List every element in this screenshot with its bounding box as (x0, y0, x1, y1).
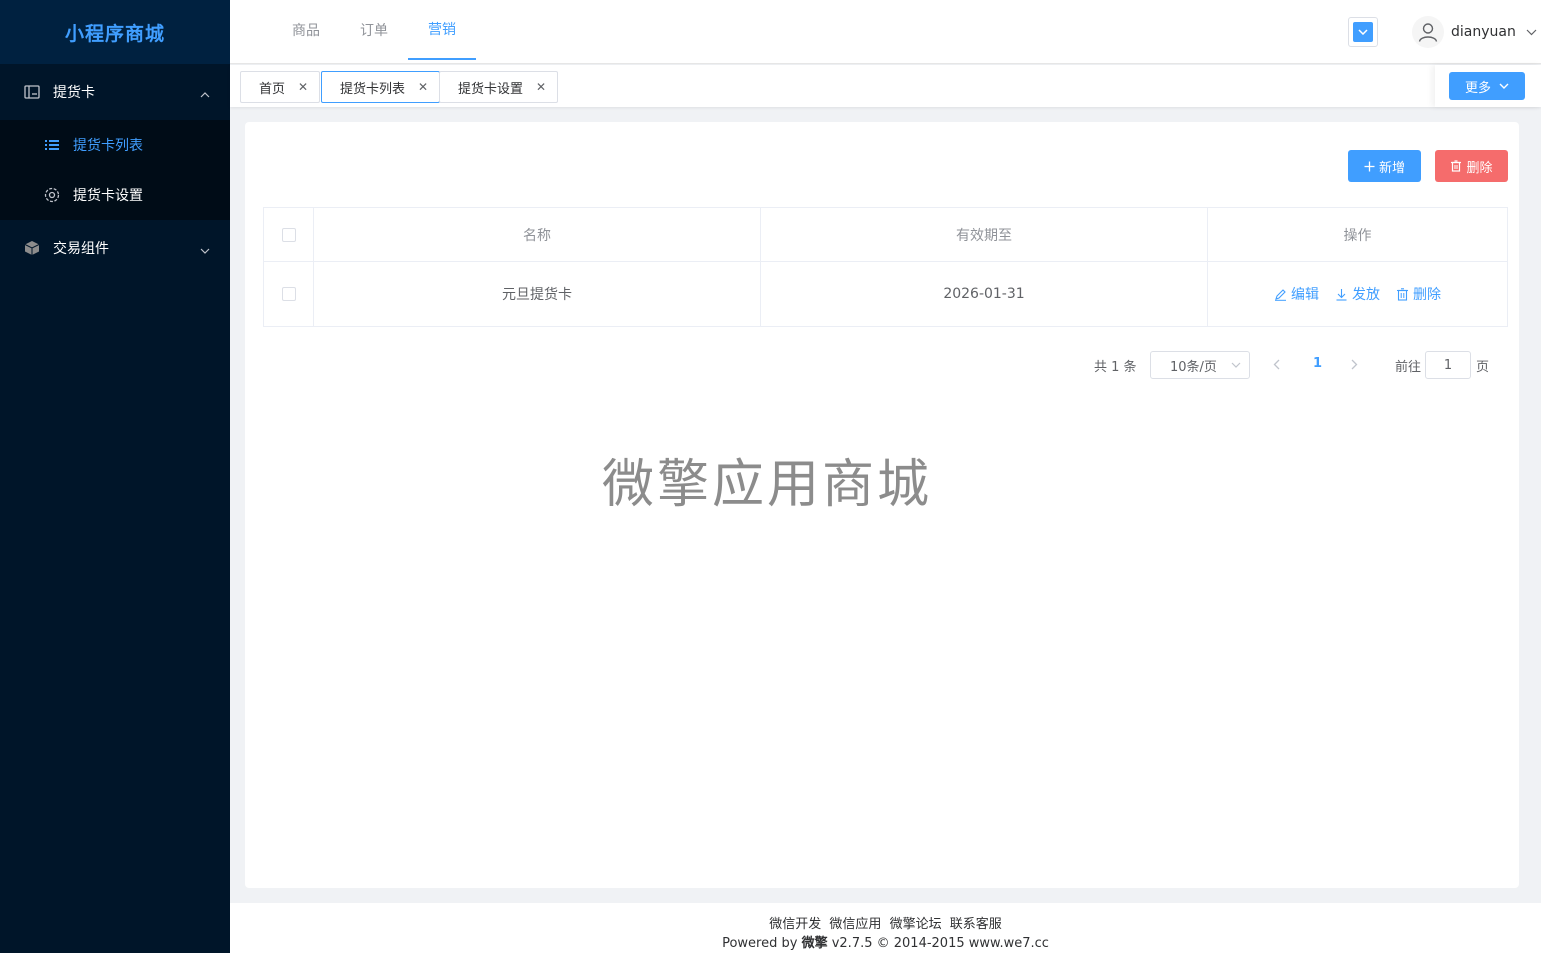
column-header-expire: 有效期至 (761, 208, 1208, 261)
row-checkbox-cell (264, 262, 314, 326)
tab-label: 提货卡列表 (340, 81, 406, 97)
plus-icon (1364, 161, 1375, 171)
sidebar-item-card-settings[interactable]: 提货卡设置 (0, 170, 230, 220)
goto-suffix: 页 (1476, 360, 1490, 375)
sidebar-item-label: 提货卡设置 (73, 188, 143, 204)
sidebar-item-label: 提货卡列表 (73, 138, 143, 154)
page-number[interactable]: 1 (1313, 356, 1322, 371)
footer-copyright: Powered by 微擎 v2.7.5 © 2014-2015 www.we7… (230, 932, 1541, 951)
close-icon[interactable]: ✕ (535, 80, 547, 94)
chevron-down-icon (200, 242, 210, 258)
footer-link-wechat-apps[interactable]: 微信应用 (829, 917, 881, 932)
add-label: 新增 (1378, 160, 1405, 176)
download-icon (1336, 288, 1347, 301)
sidebar-item-card-list[interactable]: 提货卡列表 (0, 120, 230, 170)
app-logo[interactable]: 小程序商城 (0, 0, 230, 64)
footer-brand[interactable]: 微擎 (802, 936, 828, 951)
goto-page-input[interactable] (1425, 351, 1471, 379)
prev-page-button[interactable] (1273, 358, 1280, 374)
edit-button[interactable]: 编辑 (1274, 284, 1319, 304)
delete-button[interactable]: 删除 (1435, 150, 1508, 182)
goto-label: 前往 (1395, 360, 1422, 375)
footer-link-wechat-dev[interactable]: 微信开发 (769, 917, 821, 932)
chevron-down-icon (1526, 24, 1537, 40)
footer: 微信开发 微信应用 微擎论坛 联系客服 Powered by 微擎 v2.7.5… (230, 903, 1541, 953)
more-label: 更多 (1464, 80, 1491, 96)
footer-link-support[interactable]: 联系客服 (950, 917, 1002, 932)
nav-marketing[interactable]: 营销 (408, 0, 476, 60)
page-size-select[interactable]: 10条/页 (1150, 351, 1250, 379)
column-header-name: 名称 (314, 208, 761, 261)
sidebar-submenu: 提货卡列表 提货卡设置 (0, 120, 230, 220)
delete-label: 删除 (1413, 287, 1441, 303)
header-checkbox-cell (264, 208, 314, 261)
close-icon[interactable]: ✕ (417, 80, 429, 94)
page-tabs: 首页 ✕ 提货卡列表 ✕ 提货卡设置 ✕ 更多 (230, 65, 1541, 107)
issue-button[interactable]: 发放 (1335, 284, 1380, 304)
delete-label: 删除 (1466, 160, 1493, 176)
pagination-total: 共 1 条 (1094, 360, 1137, 375)
row-checkbox[interactable] (281, 287, 296, 301)
issue-label: 发放 (1352, 287, 1380, 303)
pagination: 共 1 条 10条/页 1 前往 页 (245, 351, 1519, 379)
chevron-up-icon (200, 86, 210, 102)
username: dianyuan (1451, 24, 1516, 40)
powered-prefix: Powered by (722, 936, 798, 951)
cell-actions: 编辑 发放 删除 (1208, 262, 1507, 326)
tab-card-list[interactable]: 提货卡列表 ✕ (321, 71, 441, 103)
cell-expire: 2026-01-31 (761, 262, 1208, 326)
chevron-down-icon (1231, 362, 1241, 368)
sidebar-group-label: 交易组件 (53, 241, 109, 257)
row-delete-button[interactable]: 删除 (1396, 284, 1441, 304)
card-table: 名称 有效期至 操作 元旦提货卡 2026-01-31 编辑 发放 删除 (263, 207, 1508, 327)
more-tabs-wrap: 更多 (1435, 65, 1541, 107)
top-nav: 商品 订单 营销 (272, 0, 476, 64)
edit-icon (1275, 288, 1286, 301)
list-icon (43, 136, 61, 154)
watermark-text: 微擎应用商城 (602, 455, 933, 515)
edit-label: 编辑 (1291, 287, 1319, 303)
trash-icon (1451, 160, 1462, 172)
sidebar: 小程序商城 提货卡 提货卡列表 提货卡设置 交易组件 (0, 0, 230, 953)
trash-icon (1397, 287, 1408, 301)
sidebar-group-trade-component[interactable]: 交易组件 (0, 220, 230, 276)
select-all-checkbox[interactable] (281, 227, 296, 242)
box-icon (23, 239, 41, 257)
next-page-button[interactable] (1351, 358, 1358, 374)
tab-card-settings[interactable]: 提货卡设置 ✕ (439, 71, 559, 103)
footer-link-forum[interactable]: 微擎论坛 (890, 917, 942, 932)
nav-products[interactable]: 商品 (272, 0, 340, 60)
page-size-value: 10条/页 (1170, 359, 1217, 375)
column-header-actions: 操作 (1343, 227, 1372, 244)
tab-label: 首页 (259, 81, 286, 97)
gear-icon (43, 186, 61, 204)
more-button[interactable]: 更多 (1449, 72, 1525, 100)
nav-orders[interactable]: 订单 (340, 0, 408, 60)
table-row: 元旦提货卡 2026-01-31 编辑 发放 删除 (264, 262, 1507, 326)
tab-home[interactable]: 首页 ✕ (240, 71, 321, 103)
top-header: 商品 订单 营销 dianyuan (230, 0, 1541, 64)
dropdown-icon (1353, 22, 1373, 42)
user-menu[interactable]: dianyuan (1412, 16, 1537, 48)
chevron-right-icon (1351, 359, 1358, 370)
user-avatar-icon (1412, 16, 1444, 48)
card-icon (23, 83, 41, 101)
cell-name: 元旦提货卡 (314, 262, 761, 326)
sidebar-group-pickup-card[interactable]: 提货卡 (0, 64, 230, 120)
sidebar-group-label: 提货卡 (53, 85, 95, 101)
chevron-down-icon (1499, 83, 1509, 89)
tab-label: 提货卡设置 (458, 81, 524, 97)
table-header-row: 名称 有效期至 操作 (264, 208, 1507, 262)
app-switch-button[interactable] (1348, 17, 1378, 47)
chevron-left-icon (1273, 359, 1280, 370)
footer-version: v2.7.5 © 2014-2015 www.we7.cc (831, 936, 1049, 951)
add-button[interactable]: 新增 (1348, 150, 1421, 182)
close-icon[interactable]: ✕ (297, 80, 309, 94)
footer-links: 微信开发 微信应用 微擎论坛 联系客服 (230, 913, 1541, 932)
